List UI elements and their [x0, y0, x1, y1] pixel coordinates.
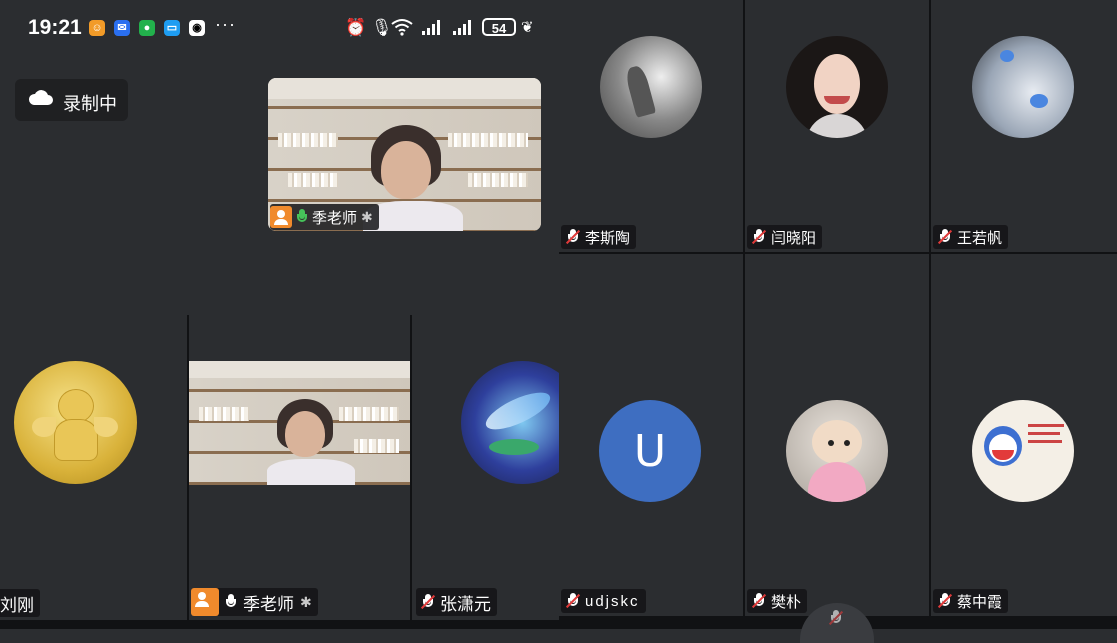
wifi-icon — [391, 18, 413, 41]
clock: 19:21 — [28, 16, 82, 39]
settings-gear-icon: ✱ — [361, 208, 373, 225]
participant-tile[interactable]: 王若帆 — [931, 0, 1117, 252]
participant-tile[interactable]: 樊朴 — [745, 254, 929, 616]
signal-icon-2 — [452, 18, 474, 41]
avatar — [786, 36, 888, 138]
participant-name: 季老师 — [312, 209, 358, 227]
participant-name: 樊朴 — [771, 593, 802, 611]
microphone-status-icon: 🎙 — [371, 18, 393, 37]
app-icon-orange: ☺ — [89, 20, 105, 36]
settings-gear-icon: ✱ — [300, 593, 312, 610]
participant-tile[interactable]: U udjskc — [559, 254, 743, 616]
participant-name: 闫晓阳 — [771, 229, 817, 247]
presenter-video-bottom — [189, 361, 410, 485]
name-chip: 季老师 ✱ — [191, 588, 318, 616]
participant-name: 刘刚 — [0, 595, 34, 615]
app-icon-blue: ✉ — [114, 20, 130, 36]
cloud-icon — [28, 90, 53, 105]
participant-tile[interactable]: 张潇元 — [412, 315, 559, 620]
name-chip: 樊朴 — [747, 589, 808, 613]
mic-muted-icon — [828, 609, 844, 627]
signal-icon-1 — [421, 18, 443, 41]
participant-tile[interactable]: 李斯陶 — [559, 0, 743, 252]
avatar — [972, 36, 1074, 138]
presenter-person — [267, 397, 355, 485]
participant-tile[interactable]: 蔡中霞 — [931, 254, 1117, 616]
participant-name: 蔡中霞 — [957, 593, 1003, 611]
mic-muted-icon — [565, 228, 581, 246]
participant-name: 李斯陶 — [585, 229, 631, 247]
name-chip: udjskc — [561, 589, 646, 613]
leaf-icon: ❦ — [521, 19, 534, 36]
name-chip: 张潇元 — [416, 588, 497, 616]
host-icon — [191, 588, 219, 616]
participant-tile[interactable]: 季老师 ✱ — [189, 315, 410, 620]
mic-icon — [225, 593, 237, 611]
name-chip: 王若帆 — [933, 225, 1009, 249]
grid-divider — [0, 620, 559, 629]
mic-muted-icon — [565, 592, 581, 610]
host-icon — [270, 206, 292, 228]
name-chip: 闫晓阳 — [747, 225, 823, 249]
alarm-icon: ⏰ — [345, 18, 367, 37]
participant-name: udjskc — [585, 592, 640, 610]
status-bar: 19:21 ☺ ✉ ● ▭ ◉ ··· ⏰ 🎙 54 ❦ — [0, 0, 560, 58]
participant-tile[interactable]: 刘刚 — [0, 315, 187, 620]
participant-name: 季老师 — [243, 594, 294, 614]
name-chip: 蔡中霞 — [933, 589, 1009, 613]
name-chip: 李斯陶 — [561, 225, 637, 249]
avatar — [461, 361, 559, 484]
mic-muted-icon — [751, 228, 767, 246]
participant-name: 张潇元 — [440, 594, 491, 614]
avatar — [600, 36, 702, 138]
avatar — [14, 361, 137, 484]
participant-tile[interactable]: 闫晓阳 — [745, 0, 929, 252]
presenter-name-chip-top: 季老师 ✱ — [270, 204, 379, 230]
mic-muted-icon — [420, 593, 436, 611]
name-chip: 刘刚 — [0, 589, 40, 617]
message-icon: ▭ — [164, 20, 180, 36]
mic-muted-icon — [937, 592, 953, 610]
avatar — [786, 400, 888, 502]
qq-icon: ◉ — [189, 20, 205, 36]
wechat-icon: ● — [139, 20, 155, 36]
avatar — [972, 400, 1074, 502]
mic-muted-icon — [751, 592, 767, 610]
mic-muted-icon — [937, 228, 953, 246]
recording-label: 录制中 — [63, 94, 117, 114]
recording-badge[interactable]: 录制中 — [15, 79, 128, 121]
battery-icon: 54 — [482, 18, 516, 36]
avatar: U — [599, 400, 701, 502]
presenter-video-top[interactable]: 季老师 ✱ — [268, 78, 541, 231]
mic-active-icon — [296, 208, 308, 226]
participant-name: 王若帆 — [957, 229, 1003, 247]
more-notifications-icon: ··· — [215, 14, 236, 34]
